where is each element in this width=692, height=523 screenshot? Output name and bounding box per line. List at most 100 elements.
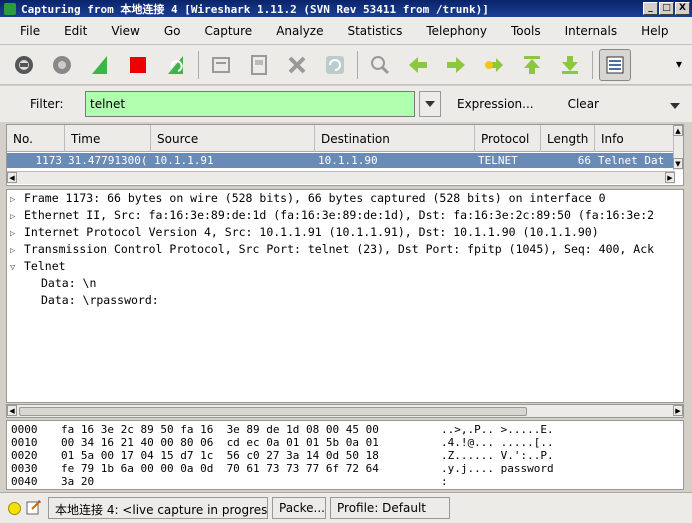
hex-row: 0020 01 5a 00 17 04 15 d7 1c 56 c0 27 3a …: [11, 449, 683, 462]
hex-ascii[interactable]: .y.j.... password: [441, 462, 641, 475]
first-packet-icon[interactable]: [516, 49, 548, 81]
goto-icon[interactable]: [478, 49, 510, 81]
hex-offset: 0000: [11, 423, 38, 436]
hex-bytes[interactable]: 01 5a 00 17 04 15 d7 1c 56 c0 27 3a 14 0…: [61, 449, 441, 462]
tree-item-telnet-data[interactable]: Data: \rpassword:: [7, 292, 683, 309]
forward-icon[interactable]: [440, 49, 472, 81]
stop-capture-icon[interactable]: [122, 49, 154, 81]
menu-analyze[interactable]: Analyze: [264, 22, 335, 40]
tree-item-frame[interactable]: ▷ Frame 1173: 66 bytes on wire (528 bits)…: [7, 190, 683, 207]
main-toolbar: ▾: [0, 45, 692, 85]
capture-comment-icon[interactable]: [26, 499, 42, 518]
menu-go[interactable]: Go: [152, 22, 193, 40]
tree-item-telnet[interactable]: ▽ Telnet: [7, 258, 683, 275]
menu-tools[interactable]: Tools: [499, 22, 553, 40]
start-capture-icon[interactable]: [84, 49, 116, 81]
scroll-right-icon[interactable]: ▶: [673, 405, 683, 416]
hex-offset: 0040: [11, 475, 38, 488]
toolbar-overflow-icon[interactable]: ▾: [676, 57, 682, 71]
hex-offset: 0020: [11, 449, 38, 462]
clear-filter-button[interactable]: Clear: [560, 97, 607, 111]
packet-info: Telnet Dat: [598, 154, 665, 167]
restart-capture-icon[interactable]: [160, 49, 192, 81]
column-source[interactable]: Source: [151, 125, 315, 152]
scroll-right-icon[interactable]: ▶: [665, 172, 675, 183]
hex-ascii[interactable]: .Z...... V.':..P.: [441, 449, 641, 462]
packet-list-vertical-scrollbar[interactable]: ▲ ▼: [673, 125, 683, 170]
table-row[interactable]: 1173 31.47791300( 10.1.1.91 10.1.1.90 TE…: [7, 153, 675, 168]
hex-ascii[interactable]: ..>,.P.. >.....E.: [441, 423, 641, 436]
column-destination[interactable]: Destination: [315, 125, 475, 152]
column-time[interactable]: Time: [65, 125, 151, 152]
packet-details-tree: ▷ Frame 1173: 66 bytes on wire (528 bits)…: [6, 189, 684, 403]
tree-item-label: Internet Protocol Version 4, Src: 10.1.1…: [24, 225, 599, 239]
maximize-button[interactable]: □: [659, 2, 674, 15]
menu-file[interactable]: File: [8, 22, 52, 40]
menu-statistics[interactable]: Statistics: [335, 22, 414, 40]
wireshark-app-icon: [4, 2, 16, 15]
colorize-icon[interactable]: [599, 48, 631, 81]
scroll-left-icon[interactable]: ◀: [7, 172, 17, 183]
details-horizontal-scrollbar[interactable]: ◀ ▶: [6, 404, 684, 418]
packet-protocol: TELNET: [478, 154, 518, 167]
hex-bytes[interactable]: 3a 20: [61, 475, 441, 488]
hex-bytes[interactable]: fa 16 3e 2c 89 50 fa 16 3e 89 de 1d 08 0…: [61, 423, 441, 436]
column-no[interactable]: No.: [7, 125, 65, 152]
find-icon[interactable]: [364, 49, 396, 81]
menu-internals[interactable]: Internals: [553, 22, 630, 40]
expand-triangle-icon[interactable]: ▷: [10, 243, 24, 258]
profile-status[interactable]: Profile: Default: [330, 497, 450, 519]
hex-bytes[interactable]: 00 34 16 21 40 00 80 06 cd ec 0a 01 01 5…: [61, 436, 441, 449]
scrollbar-thumb[interactable]: [19, 407, 527, 416]
collapse-triangle-icon[interactable]: ▽: [10, 260, 24, 275]
packet-length: 66: [577, 154, 591, 167]
back-icon[interactable]: [402, 49, 434, 81]
options-icon[interactable]: [46, 49, 78, 81]
menu-telephony[interactable]: Telephony: [414, 22, 499, 40]
tree-item-ethernet[interactable]: ▷ Ethernet II, Src: fa:16:3e:89:de:1d (fa…: [7, 207, 683, 224]
hex-ascii[interactable]: .4.!@... .....[..: [441, 436, 641, 449]
column-protocol[interactable]: Protocol: [475, 125, 541, 152]
expert-info-icon[interactable]: [8, 501, 21, 515]
scroll-up-icon[interactable]: ▲: [673, 125, 683, 136]
expand-triangle-icon[interactable]: ▷: [10, 192, 24, 207]
scroll-down-icon[interactable]: ▼: [673, 158, 683, 169]
hex-row: 0000 fa 16 3e 2c 89 50 fa 16 3e 89 de 1d …: [11, 423, 683, 436]
tree-item-label: Data: \n: [41, 276, 97, 290]
packet-list: No. Time Source Destination Protocol Len…: [6, 124, 684, 186]
filter-overflow-icon[interactable]: [670, 98, 680, 112]
filter-bar: Filter: Expression... Clear: [0, 86, 692, 122]
menu-help[interactable]: Help: [629, 22, 680, 40]
expression-button[interactable]: Expression...: [449, 97, 542, 111]
expand-triangle-icon[interactable]: ▷: [10, 209, 24, 224]
open-file-icon[interactable]: [205, 49, 237, 81]
filter-dropdown-icon[interactable]: [419, 91, 441, 117]
packet-list-horizontal-scrollbar[interactable]: ◀ ▶: [7, 171, 675, 184]
interfaces-icon[interactable]: [8, 49, 40, 81]
close-file-icon[interactable]: [281, 49, 313, 81]
tree-item-tcp[interactable]: ▷ Transmission Control Protocol, Src Port…: [7, 241, 683, 258]
toolbar-separator: [357, 50, 358, 79]
hex-ascii[interactable]: :: [441, 475, 641, 488]
save-file-icon[interactable]: [243, 49, 275, 81]
menu-edit[interactable]: Edit: [52, 22, 99, 40]
reload-icon[interactable]: [319, 49, 351, 81]
menu-view[interactable]: View: [99, 22, 151, 40]
close-button[interactable]: X: [675, 2, 690, 15]
tree-item-label: Frame 1173: 66 bytes on wire (528 bits),…: [24, 191, 606, 205]
tree-item-ipv4[interactable]: ▷ Internet Protocol Version 4, Src: 10.1.…: [7, 224, 683, 241]
tree-item-label: Ethernet II, Src: fa:16:3e:89:de:1d (fa:…: [24, 208, 655, 222]
last-packet-icon[interactable]: [554, 49, 586, 81]
column-info[interactable]: Info: [595, 125, 675, 152]
expand-triangle-icon[interactable]: ▷: [10, 226, 24, 241]
toolbar-separator: [198, 50, 199, 79]
hex-bytes[interactable]: fe 79 1b 6a 00 00 0a 0d 70 61 73 73 77 6…: [61, 462, 441, 475]
tree-item-telnet-data[interactable]: Data: \n: [7, 275, 683, 292]
display-filter-input[interactable]: [85, 91, 415, 117]
hex-row: 0040 3a 20:: [11, 475, 683, 488]
filter-label: Filter:: [30, 97, 64, 111]
minimize-button[interactable]: _: [643, 2, 658, 15]
menu-capture[interactable]: Capture: [192, 22, 264, 40]
column-length[interactable]: Length: [541, 125, 595, 152]
scroll-left-icon[interactable]: ◀: [7, 405, 17, 416]
